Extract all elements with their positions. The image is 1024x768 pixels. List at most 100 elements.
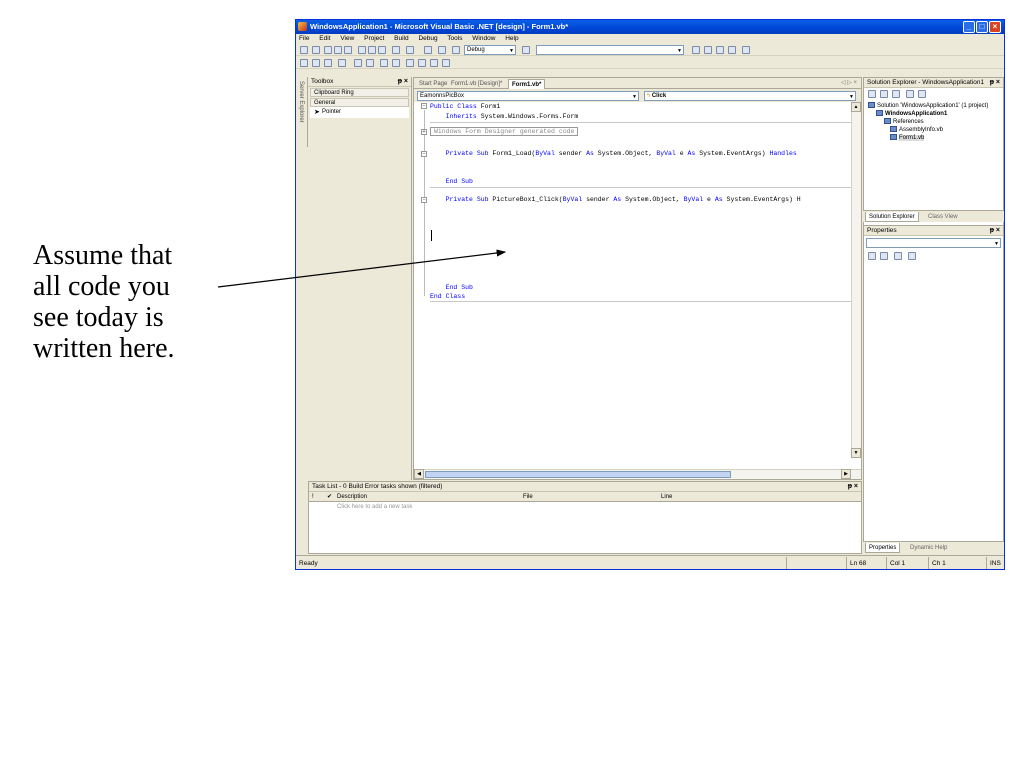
collapsed-region[interactable]: Windows Form Designer generated code	[430, 127, 579, 136]
save-icon[interactable]	[334, 46, 342, 54]
toolbox-item-pointer[interactable]: ➤ Pointer	[310, 107, 409, 118]
tree-item-project[interactable]: WindowsApplication1	[868, 110, 1002, 118]
find-icon[interactable]	[522, 46, 530, 54]
new-project-icon[interactable]	[300, 46, 308, 54]
categorized-icon[interactable]	[868, 252, 876, 260]
more-icon[interactable]	[742, 46, 750, 54]
nav-back-icon[interactable]	[424, 46, 432, 54]
tab-class-view[interactable]: Class View	[925, 212, 961, 222]
column-priority[interactable]: !	[312, 492, 314, 502]
collapse-icon[interactable]: −	[421, 151, 427, 157]
undo-icon[interactable]	[392, 46, 400, 54]
bookmark-icon[interactable]	[406, 59, 414, 67]
method-combo[interactable]: ϟ Click ▼	[644, 91, 856, 101]
quick-info-icon[interactable]	[324, 59, 332, 67]
scroll-left-icon[interactable]: ◀	[414, 469, 424, 479]
menu-edit[interactable]: Edit	[319, 35, 330, 42]
scroll-thumb[interactable]	[425, 471, 731, 478]
toolbox-icon[interactable]	[716, 46, 724, 54]
clear-bookmarks-icon[interactable]	[442, 59, 450, 67]
nav-forward-icon[interactable]	[438, 46, 446, 54]
tab-start-page[interactable]: Start Page	[416, 79, 450, 89]
pin-close-icon[interactable]: ᵽ ×	[990, 226, 1000, 236]
column-file[interactable]: File	[523, 492, 533, 502]
menu-debug[interactable]: Debug	[418, 35, 437, 42]
add-task-row[interactable]: Click here to add a new task	[337, 504, 412, 510]
copy-icon[interactable]	[368, 46, 376, 54]
word-complete-icon[interactable]	[338, 59, 346, 67]
collapse-icon[interactable]: −	[421, 197, 427, 203]
pin-close-icon[interactable]: ᵽ ×	[848, 482, 858, 492]
tab-form1-code[interactable]: Form1.vb*	[508, 79, 546, 89]
server-explorer-strip[interactable]: Server Explorer	[296, 77, 308, 147]
property-pages-icon[interactable]	[908, 252, 916, 260]
pin-close-icon[interactable]: ᵽ ×	[398, 77, 408, 87]
solution-explorer-icon[interactable]	[692, 46, 700, 54]
toolbox-section-clipboard[interactable]: Clipboard Ring	[310, 88, 409, 97]
close-button[interactable]: ×	[989, 21, 1001, 33]
column-checked[interactable]: ✔	[327, 492, 332, 502]
class-combo[interactable]: EamonnsPicBox ▼	[417, 91, 639, 101]
vertical-scrollbar[interactable]: ▲ ▼	[851, 102, 861, 458]
alphabetic-icon[interactable]	[880, 252, 888, 260]
maximize-button[interactable]: □	[976, 21, 988, 33]
cut-icon[interactable]	[358, 46, 366, 54]
view-designer-icon[interactable]	[880, 90, 888, 98]
add-item-icon[interactable]	[312, 46, 320, 54]
class-view-icon[interactable]	[728, 46, 736, 54]
save-all-icon[interactable]	[344, 46, 352, 54]
tab-form1-design[interactable]: Form1.vb [Design]*	[448, 79, 505, 89]
start-icon[interactable]	[452, 46, 460, 54]
parameter-info-icon[interactable]	[312, 59, 320, 67]
tab-properties[interactable]: Properties	[865, 543, 901, 553]
refresh-icon[interactable]	[892, 90, 900, 98]
open-icon[interactable]	[324, 46, 332, 54]
column-line[interactable]: Line	[661, 492, 672, 502]
uncomment-icon[interactable]	[392, 59, 400, 67]
tree-item-form1[interactable]: Form1.vb	[868, 134, 1002, 142]
collapse-icon[interactable]: −	[421, 103, 427, 109]
tab-solution-explorer[interactable]: Solution Explorer	[865, 212, 919, 222]
menu-help[interactable]: Help	[505, 35, 518, 42]
code-area[interactable]: − Public Class Form1 Inherits System.Win…	[414, 102, 861, 470]
expand-icon[interactable]: +	[421, 129, 427, 135]
menu-view[interactable]: View	[340, 35, 354, 42]
next-bookmark-icon[interactable]	[418, 59, 426, 67]
properties-header: Properties ᵽ ×	[864, 226, 1003, 236]
indent-icon[interactable]	[366, 59, 374, 67]
properties-icon[interactable]	[918, 90, 926, 98]
menu-project[interactable]: Project	[364, 35, 384, 42]
column-description[interactable]: Description	[337, 492, 367, 502]
tree-item-references[interactable]: References	[868, 118, 1002, 126]
menu-build[interactable]: Build	[394, 35, 408, 42]
tab-nav-close-icon[interactable]: ◁ ▷ ×	[841, 78, 857, 89]
scroll-right-icon[interactable]: ▶	[841, 469, 851, 479]
paste-icon[interactable]	[378, 46, 386, 54]
scroll-up-icon[interactable]: ▲	[851, 102, 861, 112]
find-combo[interactable]: ▼	[536, 45, 684, 55]
view-code-icon[interactable]	[868, 90, 876, 98]
config-combo[interactable]: Debug ▼	[464, 45, 516, 55]
menu-file[interactable]: File	[299, 35, 309, 42]
properties-view-icon[interactable]	[894, 252, 902, 260]
minimize-button[interactable]: _	[963, 21, 975, 33]
menu-window[interactable]: Window	[472, 35, 495, 42]
horizontal-scrollbar[interactable]: ◀ ▶	[414, 469, 861, 479]
comment-icon[interactable]	[380, 59, 388, 67]
properties-icon[interactable]	[704, 46, 712, 54]
object-selector[interactable]: ▼	[866, 238, 1001, 248]
tree-item-assemblyinfo[interactable]: AssemblyInfo.vb	[868, 126, 1002, 134]
prev-bookmark-icon[interactable]	[430, 59, 438, 67]
pin-close-icon[interactable]: ᵽ ×	[990, 78, 1000, 88]
menu-tools[interactable]: Tools	[447, 35, 462, 42]
code-line: Public Class Form1	[430, 103, 501, 110]
object-browser-icon[interactable]	[300, 59, 308, 67]
scroll-down-icon[interactable]: ▼	[851, 448, 861, 458]
redo-icon[interactable]	[406, 46, 414, 54]
outdent-icon[interactable]	[354, 59, 362, 67]
toolbox-section-general[interactable]: General	[310, 98, 409, 107]
show-all-icon[interactable]	[906, 90, 914, 98]
tree-item-solution[interactable]: Solution 'WindowsApplication1' (1 projec…	[868, 102, 1002, 110]
status-text: Ready	[299, 560, 318, 567]
tab-dynamic-help[interactable]: Dynamic Help	[907, 543, 950, 553]
